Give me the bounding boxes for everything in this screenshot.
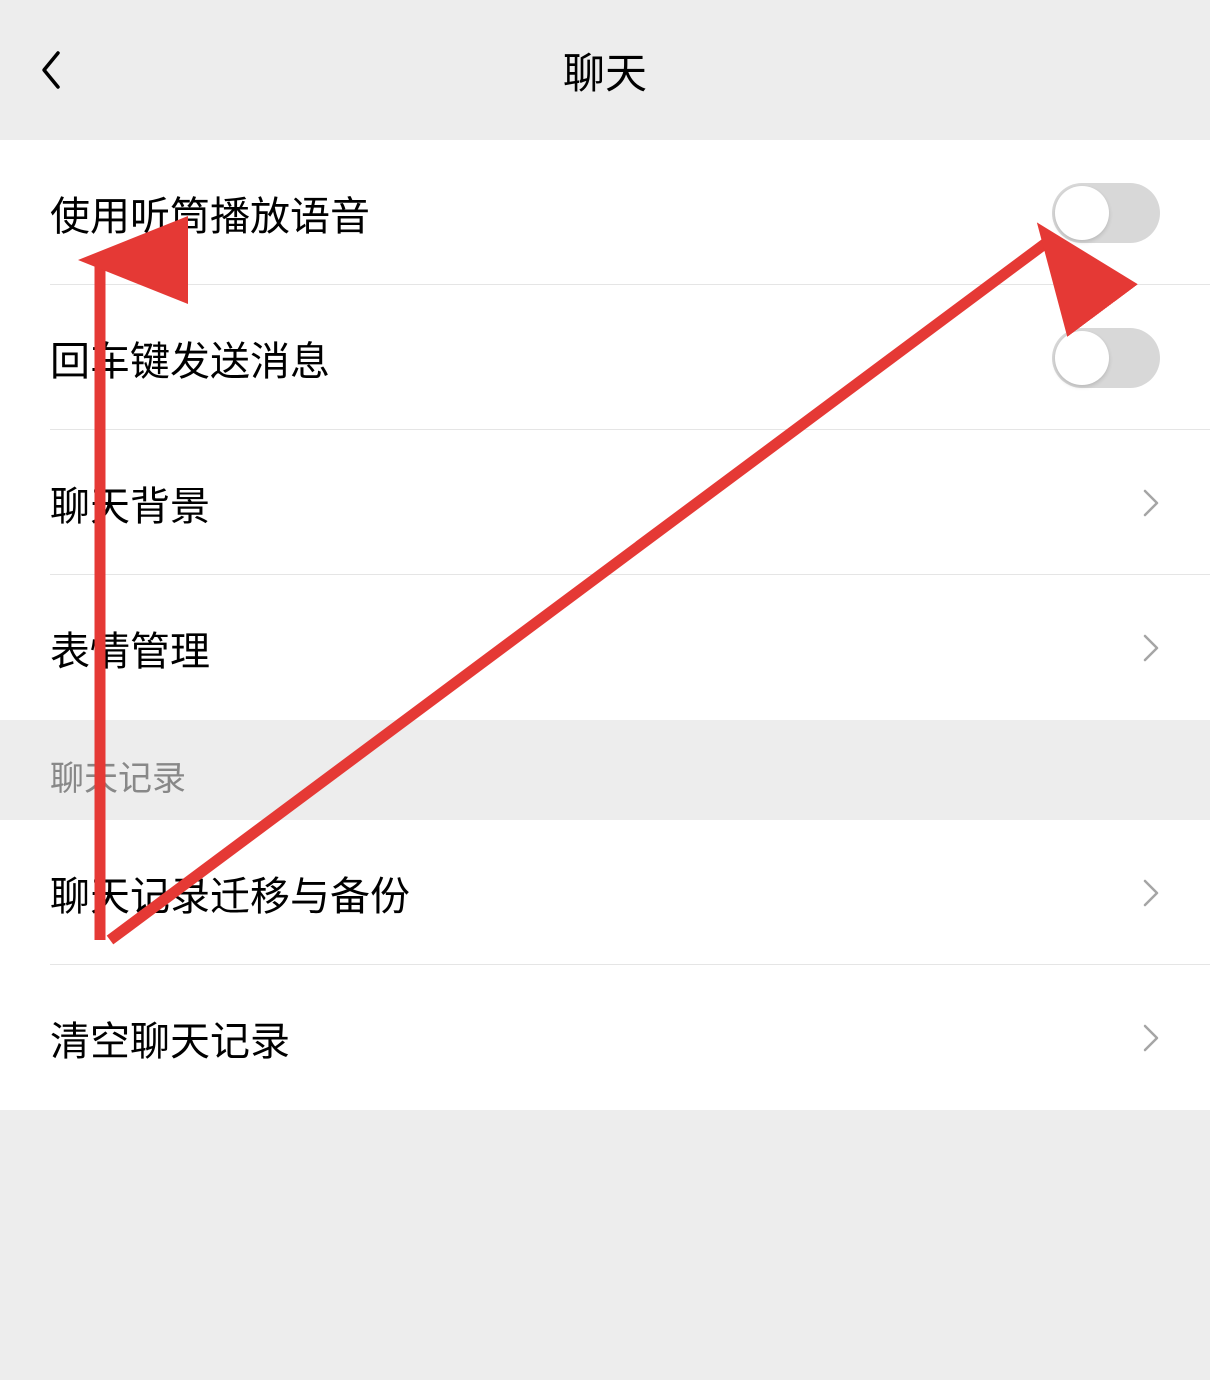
section-header-chat-history: 聊天记录 xyxy=(0,720,1210,820)
chevron-right-icon xyxy=(1142,488,1160,518)
toggle-knob xyxy=(1055,186,1109,240)
setting-label: 聊天记录迁移与备份 xyxy=(50,864,410,922)
chevron-right-icon xyxy=(1142,633,1160,663)
page-title: 聊天 xyxy=(0,40,1210,101)
setting-label: 使用听筒播放语音 xyxy=(50,184,370,242)
setting-enter-to-send[interactable]: 回车键发送消息 xyxy=(0,285,1210,430)
setting-label: 清空聊天记录 xyxy=(50,1009,290,1067)
setting-chat-background[interactable]: 聊天背景 xyxy=(0,430,1210,575)
setting-label: 表情管理 xyxy=(50,619,210,677)
chevron-left-icon xyxy=(38,49,62,91)
setting-label: 聊天背景 xyxy=(50,474,210,532)
bottom-spacer xyxy=(0,1110,1210,1310)
setting-migrate-backup[interactable]: 聊天记录迁移与备份 xyxy=(0,820,1210,965)
toggle-enter-to-send[interactable] xyxy=(1052,328,1160,388)
setting-sticker-management[interactable]: 表情管理 xyxy=(0,575,1210,720)
settings-group-1: 使用听筒播放语音 回车键发送消息 聊天背景 表情管理 xyxy=(0,140,1210,720)
chevron-right-icon xyxy=(1142,878,1160,908)
setting-clear-history[interactable]: 清空聊天记录 xyxy=(0,965,1210,1110)
header-bar: 聊天 xyxy=(0,0,1210,140)
setting-label: 回车键发送消息 xyxy=(50,329,330,387)
toggle-knob xyxy=(1055,331,1109,385)
settings-group-2: 聊天记录迁移与备份 清空聊天记录 xyxy=(0,820,1210,1110)
section-title: 聊天记录 xyxy=(50,751,186,800)
setting-earpiece-voice[interactable]: 使用听筒播放语音 xyxy=(0,140,1210,285)
chevron-right-icon xyxy=(1142,1023,1160,1053)
back-button[interactable] xyxy=(30,50,70,90)
toggle-earpiece-voice[interactable] xyxy=(1052,183,1160,243)
